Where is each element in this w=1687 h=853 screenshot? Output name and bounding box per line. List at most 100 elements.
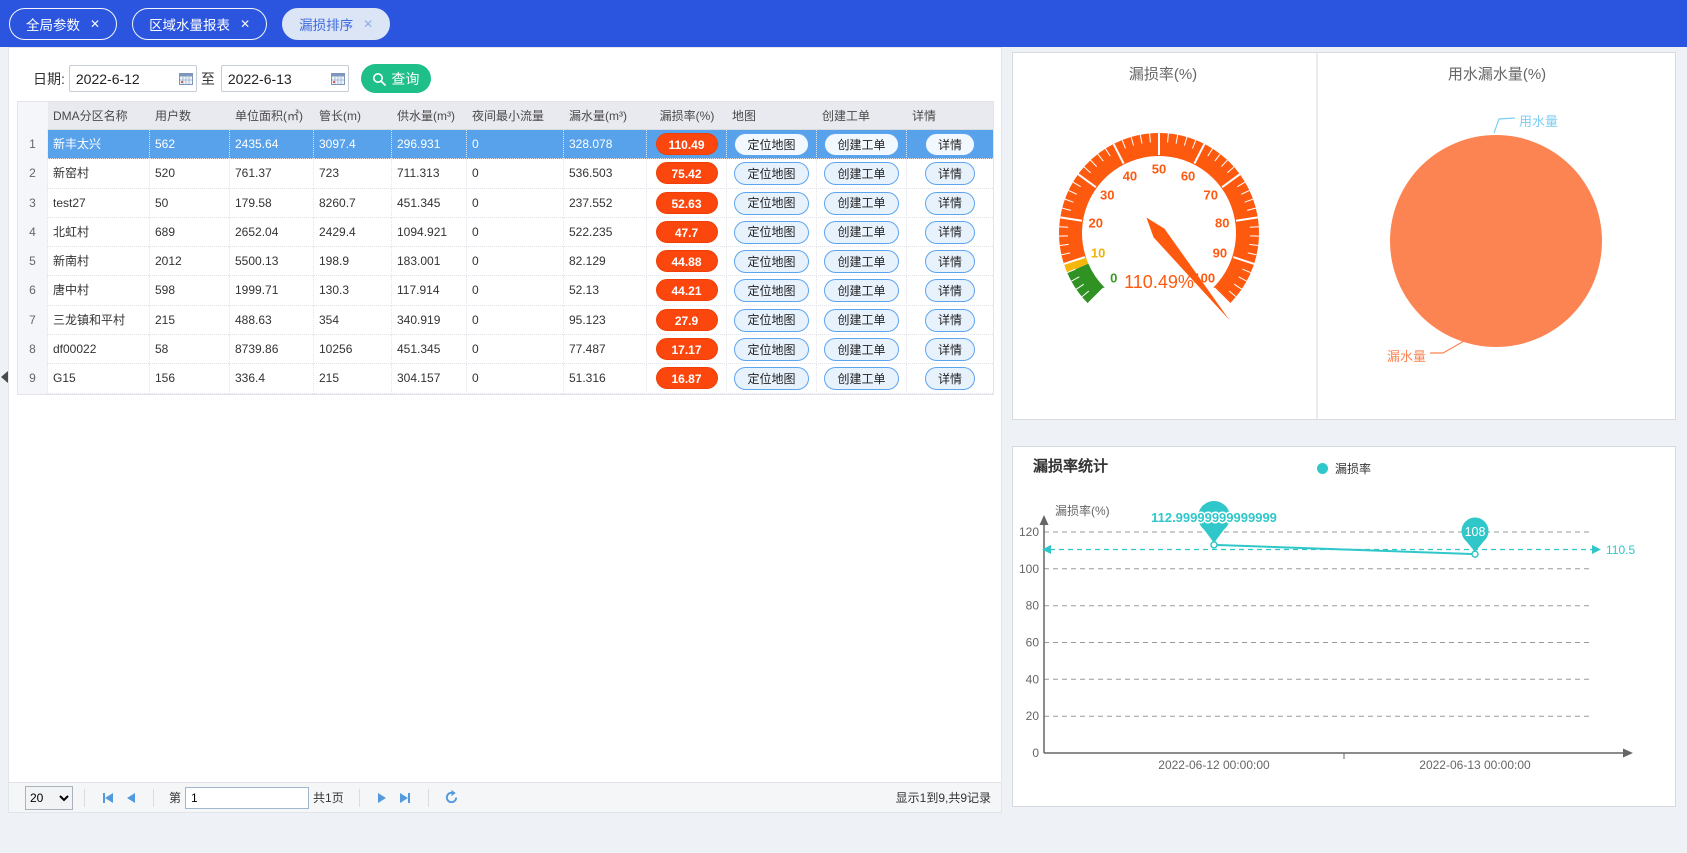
gauge-pie-panel: 漏损率(%) 用水漏水量(%) 0102030405060708090100 1… <box>1012 52 1676 420</box>
page-size-select[interactable]: 20 <box>25 786 73 810</box>
locate-map-button[interactable]: 定位地图 <box>734 338 808 361</box>
leak-rate-badge: 16.87 <box>656 367 718 389</box>
table-row[interactable]: 6唐中村5981999.71130.3117.914052.1344.21定位地… <box>18 276 993 305</box>
dma-name: 三龙镇和平村 <box>48 306 150 335</box>
create-order-button[interactable]: 创建工单 <box>824 279 898 302</box>
detail-button[interactable]: 详情 <box>925 338 975 361</box>
last-page-button[interactable] <box>400 793 410 803</box>
locate-map-button[interactable]: 定位地图 <box>734 162 808 185</box>
leak-rate-cell: 16.87 <box>647 364 727 393</box>
leak-rate-cell: 47.7 <box>647 218 727 247</box>
detail-button[interactable]: 详情 <box>925 133 975 156</box>
tab-label: 全局参数 <box>26 14 80 34</box>
unit-area: 488.63 <box>230 306 314 335</box>
supply-volume: 183.001 <box>392 247 467 276</box>
table-row[interactable]: 3test2750179.588260.7451.3450237.55252.6… <box>18 189 993 218</box>
locate-map-button[interactable]: 定位地图 <box>734 250 808 273</box>
detail-button-cell: 详情 <box>907 335 993 364</box>
gauge-tick-label: 90 <box>1213 245 1227 260</box>
leak-rate-badge: 44.21 <box>656 279 718 301</box>
detail-button[interactable]: 详情 <box>925 367 975 390</box>
detail-button[interactable]: 详情 <box>925 279 975 302</box>
tab-leak-ranking[interactable]: 漏损排序 ✕ <box>282 8 390 40</box>
create-order-button[interactable]: 创建工单 <box>824 309 898 332</box>
locate-map-button[interactable]: 定位地图 <box>734 133 808 156</box>
search-button[interactable]: 查询 <box>361 64 431 93</box>
table-header: DMA分区名称 用户数 单位面积(㎡) 管长(m) 供水量(m³) 夜间最小流量… <box>18 102 993 130</box>
row-index: 3 <box>18 189 48 218</box>
night-min-flow: 0 <box>467 247 564 276</box>
dma-name: 新南村 <box>48 247 150 276</box>
close-icon[interactable]: ✕ <box>90 17 100 31</box>
calendar-icon[interactable] <box>179 72 193 85</box>
table-row[interactable]: 5新南村20125500.13198.9183.001082.12944.88定… <box>18 247 993 276</box>
locate-map-button[interactable]: 定位地图 <box>734 367 808 390</box>
collapse-panel-arrow-icon[interactable] <box>1 371 8 383</box>
table-row[interactable]: 8df00022588739.8610256451.345077.48717.1… <box>18 335 993 364</box>
table-row[interactable]: 7三龙镇和平村215488.63354340.919095.12327.9定位地… <box>18 306 993 335</box>
y-tick: 120 <box>1019 525 1039 539</box>
leak-rate-cell: 110.49 <box>647 130 727 159</box>
supply-volume: 296.931 <box>392 130 467 159</box>
detail-button[interactable]: 详情 <box>925 309 975 332</box>
calendar-icon[interactable] <box>331 72 345 85</box>
date-from-wrap <box>69 65 197 92</box>
data-pin-2[interactable]: 108 <box>1462 518 1489 553</box>
row-index: 2 <box>18 159 48 188</box>
table-row[interactable]: 9G15156336.4215304.157051.31616.87定位地图创建… <box>18 364 993 393</box>
date-from-input[interactable] <box>69 65 197 92</box>
locate-map-button[interactable]: 定位地图 <box>734 192 808 215</box>
pie-slice-leak <box>1390 135 1602 347</box>
date-to-input[interactable] <box>221 65 349 92</box>
next-page-button[interactable] <box>378 793 386 803</box>
create-order-button[interactable]: 创建工单 <box>824 192 898 215</box>
table-row[interactable]: 4北虹村6892652.042429.41094.9210522.23547.7… <box>18 218 993 247</box>
line-chart-canvas: 120 100 80 60 40 20 0 2022-06-12 00:00:0… <box>1013 447 1675 806</box>
create-order-button-cell: 创建工单 <box>817 218 907 247</box>
dma-name: 新丰太兴 <box>48 130 150 159</box>
detail-button[interactable]: 详情 <box>925 221 975 244</box>
supply-volume: 451.345 <box>392 189 467 218</box>
y-tick: 60 <box>1026 636 1040 650</box>
tab-region-water-report[interactable]: 区域水量报表 ✕ <box>132 8 267 40</box>
close-icon[interactable]: ✕ <box>240 17 250 31</box>
user-count: 50 <box>150 189 230 218</box>
tab-global-params[interactable]: 全局参数 ✕ <box>9 8 117 40</box>
create-order-button[interactable]: 创建工单 <box>824 162 898 185</box>
create-order-button[interactable]: 创建工单 <box>824 133 898 156</box>
detail-button[interactable]: 详情 <box>925 162 975 185</box>
pin-value-label: 108 <box>1465 525 1486 539</box>
night-min-flow: 0 <box>467 189 564 218</box>
row-index: 6 <box>18 276 48 305</box>
detail-button-cell: 详情 <box>907 189 993 218</box>
locate-map-button[interactable]: 定位地图 <box>734 279 808 302</box>
user-count: 215 <box>150 306 230 335</box>
create-order-button[interactable]: 创建工单 <box>824 338 898 361</box>
create-order-button[interactable]: 创建工单 <box>824 367 898 390</box>
prev-page-button[interactable] <box>127 793 135 803</box>
locate-map-button[interactable]: 定位地图 <box>734 309 808 332</box>
user-count: 520 <box>150 159 230 188</box>
tab-label: 区域水量报表 <box>149 14 230 34</box>
close-icon[interactable]: ✕ <box>363 17 373 31</box>
refresh-icon[interactable] <box>444 790 459 805</box>
y-tick: 0 <box>1032 746 1039 760</box>
create-order-button[interactable]: 创建工单 <box>824 250 898 273</box>
leak-volume: 51.316 <box>564 364 647 393</box>
create-order-button-cell: 创建工单 <box>817 159 907 188</box>
first-page-button[interactable] <box>103 793 113 803</box>
create-order-button[interactable]: 创建工单 <box>824 221 898 244</box>
table-row[interactable]: 1新丰太兴5622435.643097.4296.9310328.078110.… <box>18 130 993 159</box>
y-tick: 20 <box>1026 709 1040 723</box>
leak-ranking-panel: 日期: 至 <box>8 47 1002 813</box>
detail-button[interactable]: 详情 <box>925 192 975 215</box>
row-index: 1 <box>18 130 48 159</box>
locate-map-button[interactable]: 定位地图 <box>734 221 808 244</box>
leak-rate-badge: 47.7 <box>656 221 718 243</box>
gauge-tick-label: 40 <box>1123 168 1137 183</box>
page-number-input[interactable] <box>185 787 309 809</box>
table-row[interactable]: 2新窑村520761.37723711.3130536.50375.42定位地图… <box>18 159 993 188</box>
page-prefix-label: 第 <box>169 789 181 806</box>
detail-button[interactable]: 详情 <box>925 250 975 273</box>
header-create-order: 创建工单 <box>817 102 907 130</box>
